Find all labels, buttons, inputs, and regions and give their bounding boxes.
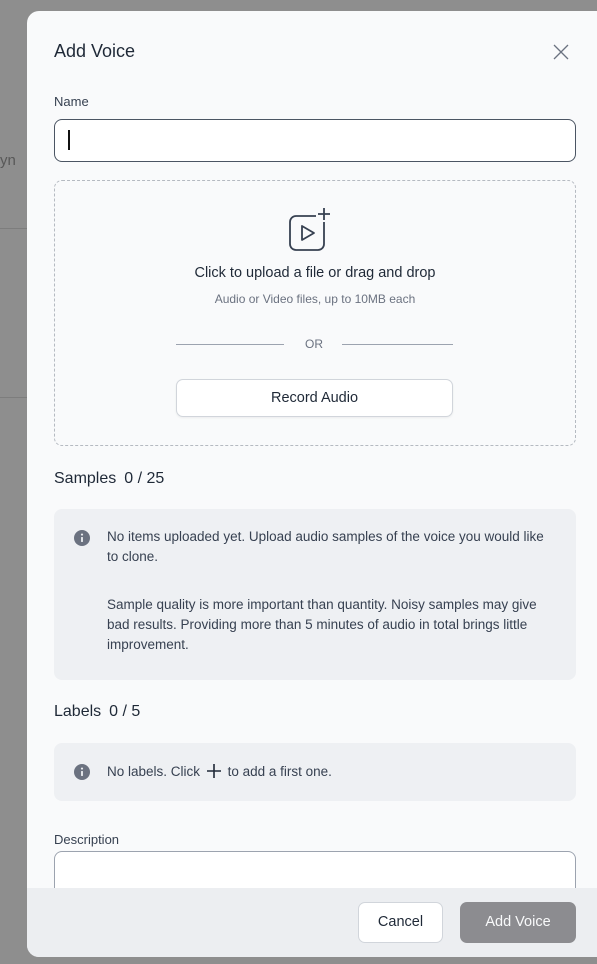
labels-info-text: No labels. Click to add a first one. [107,762,555,782]
add-voice-button[interactable]: Add Voice [460,902,576,943]
labels-info-after: to add a first one. [227,764,332,779]
dropzone-title: Click to upload a file or drag and drop [194,265,436,281]
description-label: Description [54,832,120,847]
samples-info-box: No items uploaded yet. Upload audio samp… [54,509,576,680]
record-audio-button[interactable]: Record Audio [176,379,453,417]
text-caret [68,130,70,150]
info-icon [74,764,90,780]
description-input[interactable] [54,851,576,891]
modal-title: Add Voice [54,41,136,61]
samples-info-text: No items uploaded yet. Upload audio samp… [107,529,544,564]
name-label: Name [54,94,89,109]
background-divider [0,397,30,398]
modal-header: Add Voice [54,41,570,69]
close-button[interactable] [552,43,570,61]
labels-heading: Labels 0 / 5 [54,703,140,721]
labels-info-box: No labels. Click to add a first one. [54,743,576,801]
close-icon [553,44,569,60]
cancel-button[interactable]: Cancel [358,902,443,943]
background-text: yn [0,152,16,169]
samples-label: Samples [54,470,117,487]
modal-footer: Cancel Add Voice [27,888,597,957]
plus-icon[interactable] [206,764,221,778]
or-divider-right [342,344,453,345]
labels-count: 0 / 5 [109,703,141,720]
labels-info-before: No labels. Click [107,764,201,779]
samples-heading: Samples 0 / 25 [54,470,164,488]
samples-count: 0 / 25 [124,470,165,487]
upload-video-icon [289,208,330,251]
labels-label: Labels [54,703,102,720]
dropzone-subtitle: Audio or Video files, up to 10MB each [214,292,416,306]
background-divider [0,228,30,229]
name-input[interactable] [54,119,576,162]
info-icon [74,530,90,546]
add-voice-modal: Add Voice Name Click to upload a file or… [27,11,597,957]
samples-quality-text: Sample quality is more important than qu… [107,597,537,652]
or-label: OR [305,337,323,351]
or-divider-left [176,344,284,345]
